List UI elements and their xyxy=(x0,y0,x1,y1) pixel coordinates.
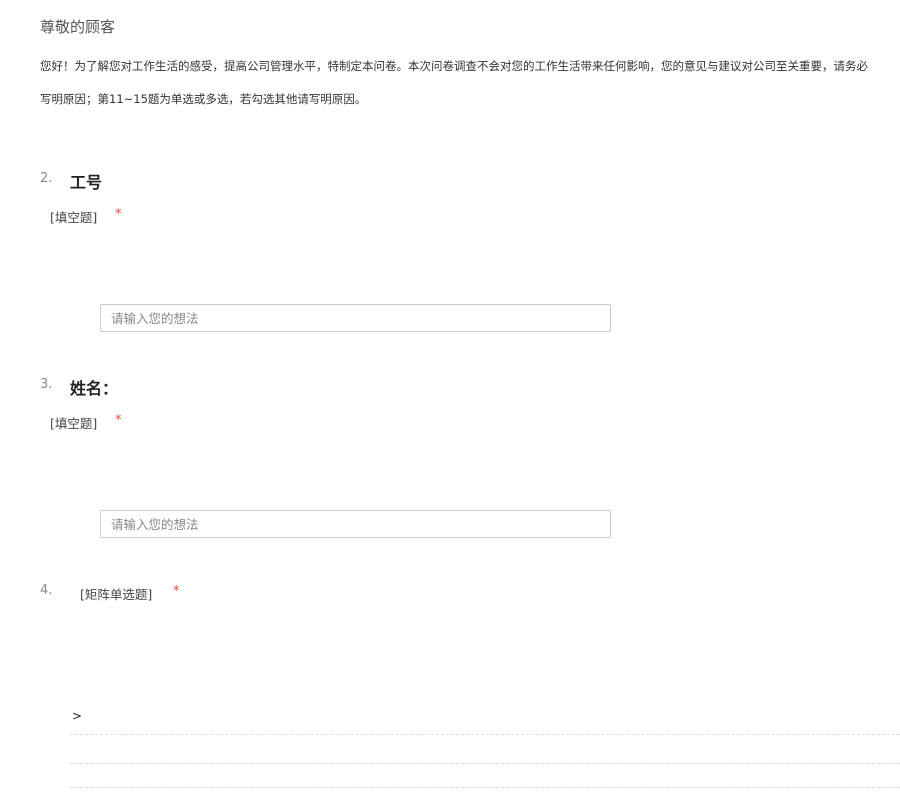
matrix-row-caret: > xyxy=(72,709,83,723)
question-number: 3. xyxy=(40,377,53,392)
question-number: 2. xyxy=(40,171,53,186)
intro-text-line-2: 写明原因；第11~15题为单选或多选，若勾选其他请写明原因。 xyxy=(40,92,367,106)
name-input[interactable] xyxy=(100,510,611,538)
intro-text-line-1: 您好！为了解您对工作生活的感受，提高公司管理水平，特制定本问卷。本次问卷调查不会… xyxy=(40,59,868,73)
required-marker: * xyxy=(173,584,180,599)
matrix-row-divider xyxy=(70,763,900,764)
survey-page: 尊敬的顾客 您好！为了解您对工作生活的感受，提高公司管理水平，特制定本问卷。本次… xyxy=(0,0,900,800)
employee-id-input[interactable] xyxy=(100,304,611,332)
required-marker: * xyxy=(115,207,122,222)
greeting-title: 尊敬的顾客 xyxy=(40,18,116,36)
question-type-label: [填空题] xyxy=(50,210,98,225)
question-title: 工号 xyxy=(70,173,103,192)
question-type-label: [填空题] xyxy=(50,416,98,431)
question-title: 姓名： xyxy=(70,379,119,398)
question-number: 4. xyxy=(40,583,53,598)
required-marker: * xyxy=(115,413,122,428)
matrix-row-divider xyxy=(70,787,900,788)
question-type-label: [矩阵单选题] xyxy=(80,587,153,602)
matrix-row-divider xyxy=(70,734,900,735)
